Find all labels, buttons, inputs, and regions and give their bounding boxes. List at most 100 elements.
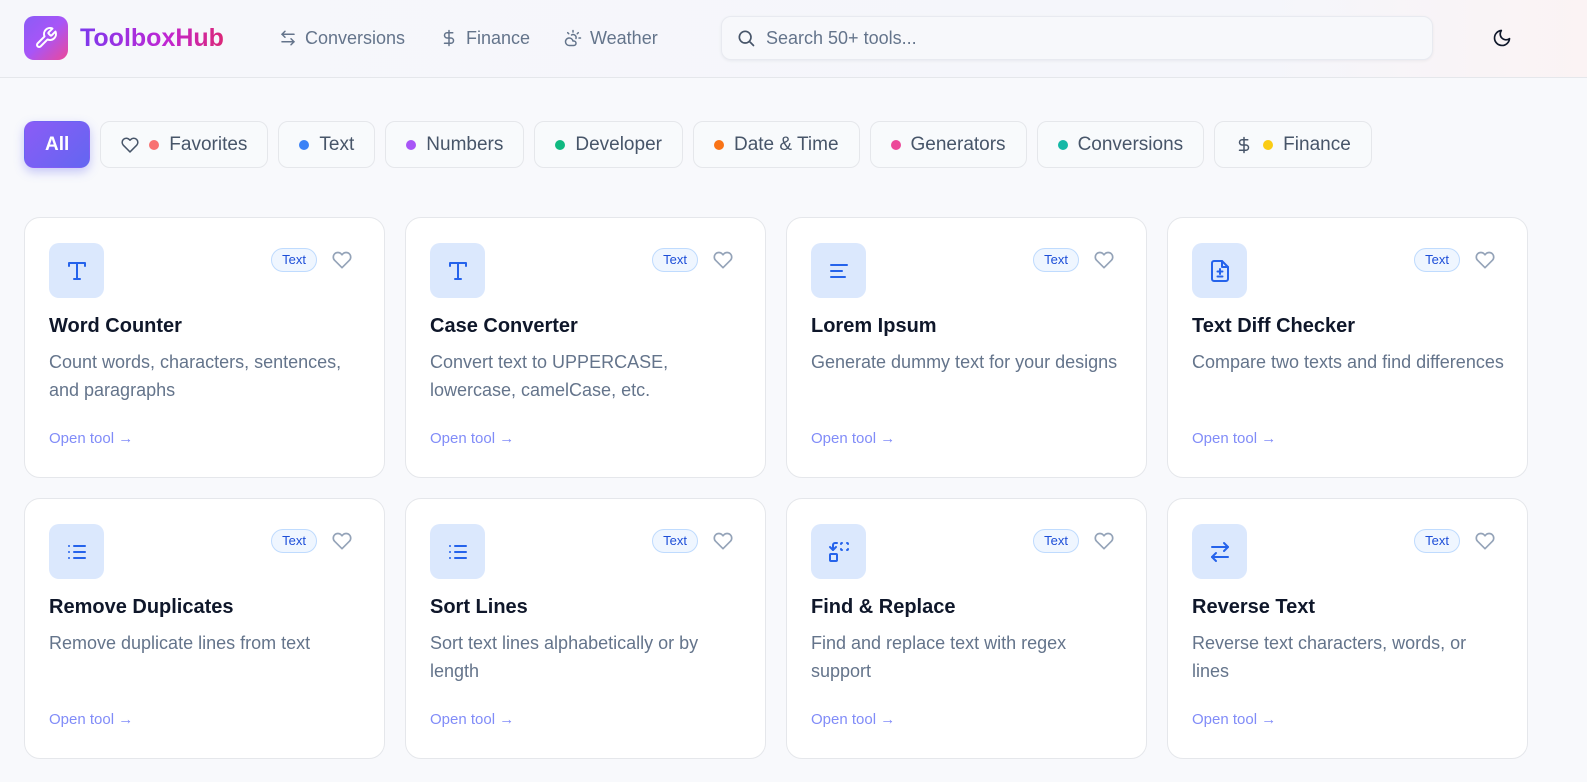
category-badge: Text — [652, 248, 698, 272]
list-icon — [448, 544, 467, 559]
heart-icon[interactable] — [332, 250, 352, 270]
tool-icon-box — [49, 524, 104, 579]
heart-icon[interactable] — [332, 531, 352, 551]
search-input[interactable] — [766, 27, 1406, 49]
tool-icon-box — [811, 524, 866, 579]
filter-all[interactable]: All — [24, 121, 91, 168]
search-box[interactable] — [721, 16, 1433, 60]
filter-dot — [890, 139, 901, 150]
tool-title: Lorem Ipsum — [811, 315, 937, 337]
tool-card-find-replace[interactable]: Text Find & Replace Find and replace tex… — [786, 498, 1147, 759]
cloud-sun-icon — [564, 29, 582, 47]
filter-conversions[interactable]: Conversions — [1036, 121, 1205, 168]
nav-conversions[interactable]: Conversions — [279, 26, 405, 50]
tool-description: Count words, characters, sentences, and … — [49, 352, 342, 400]
type-icon — [448, 261, 467, 280]
filter-date-time[interactable]: Date & Time — [692, 121, 860, 168]
filter-generators[interactable]: Generators — [869, 121, 1027, 168]
filter-dot — [1057, 139, 1068, 150]
category-badge: Text — [1414, 529, 1460, 553]
logo[interactable] — [24, 16, 68, 60]
nav-weather[interactable]: Weather — [564, 26, 658, 50]
heart-icon[interactable] — [1475, 250, 1495, 270]
filter-favorites[interactable]: Favorites — [100, 121, 269, 168]
category-badge: Text — [271, 248, 317, 272]
app-name[interactable]: ToolboxHub — [80, 22, 224, 54]
heart-icon[interactable] — [713, 250, 733, 270]
filter-finance[interactable]: Finance — [1214, 121, 1372, 168]
nav-finance-label: Finance — [466, 27, 531, 48]
filter-date-time-label: Date & Time — [733, 133, 839, 155]
filter-numbers-label: Numbers — [426, 133, 504, 155]
tool-title: Sort Lines — [430, 596, 528, 618]
filter-dot — [149, 139, 160, 150]
tool-card-lorem-ipsum[interactable]: Text Lorem Ipsum Generate dummy text for… — [786, 217, 1147, 478]
filter-dot — [406, 139, 417, 150]
filter-text-label: Text — [319, 133, 355, 155]
tool-icon-box — [1192, 524, 1247, 579]
tools-grid: Text Word Counter Count words, character… — [24, 217, 1528, 759]
filter-dot — [1263, 139, 1274, 150]
tool-description: Convert text to UPPERCASE, lowercase, ca… — [430, 352, 669, 400]
search-icon — [738, 30, 755, 47]
category-badge: Text — [1033, 248, 1079, 272]
tool-description: Find and replace text with regex support — [811, 633, 1067, 681]
tool-title: Case Converter — [430, 315, 578, 337]
tool-title: Word Counter — [49, 315, 182, 337]
category-badge: Text — [1414, 248, 1460, 272]
filter-finance-label: Finance — [1283, 133, 1351, 155]
filter-text[interactable]: Text — [278, 121, 376, 168]
category-badge: Text — [1033, 529, 1079, 553]
open-tool-link[interactable]: Open tool → — [49, 711, 133, 728]
align-left-icon — [829, 263, 848, 278]
tool-title: Remove Duplicates — [49, 596, 234, 618]
filter-developer[interactable]: Developer — [534, 121, 683, 168]
nav-weather-label: Weather — [590, 27, 658, 48]
filter-conversions-label: Conversions — [1077, 133, 1184, 155]
moon-icon — [1493, 29, 1511, 47]
tool-description: Generate dummy text for your designs — [811, 352, 1118, 372]
open-tool-link[interactable]: Open tool → — [811, 711, 895, 728]
list-icon — [67, 544, 86, 559]
dollar-icon — [1238, 136, 1250, 153]
filter-dot — [713, 139, 724, 150]
category-badge: Text — [652, 529, 698, 553]
tool-icon-box — [1192, 243, 1247, 298]
open-tool-link[interactable]: Open tool → — [1192, 711, 1276, 728]
tool-card-remove-duplicates[interactable]: Text Remove Duplicates Remove duplicate … — [24, 498, 385, 759]
tool-card-case-converter[interactable]: Text Case Converter Convert text to UPPE… — [405, 217, 766, 478]
heart-icon[interactable] — [713, 531, 733, 551]
heart-icon — [121, 137, 139, 153]
filter-all-label: All — [45, 133, 70, 155]
tool-description: Reverse text characters, words, or lines — [1192, 633, 1467, 681]
nav-finance[interactable]: Finance — [440, 26, 530, 50]
open-tool-link[interactable]: Open tool → — [430, 711, 514, 728]
wrench-icon — [36, 27, 57, 48]
swap-arrows-icon — [281, 30, 295, 46]
tool-title: Reverse Text — [1192, 596, 1316, 618]
theme-toggle-button[interactable] — [1490, 26, 1514, 50]
tool-card-text-diff-checker[interactable]: Text Text Diff Checker Compare two texts… — [1167, 217, 1528, 478]
replace-icon — [828, 541, 849, 562]
heart-icon[interactable] — [1094, 531, 1114, 551]
filter-dot — [555, 139, 566, 150]
tool-description: Remove duplicate lines from text — [49, 633, 311, 653]
tool-icon-box — [430, 524, 485, 579]
open-tool-link[interactable]: Open tool → — [1192, 430, 1276, 447]
filter-favorites-label: Favorites — [169, 133, 248, 155]
open-tool-link[interactable]: Open tool → — [430, 430, 514, 447]
tool-icon-box — [49, 243, 104, 298]
filter-generators-label: Generators — [910, 133, 1006, 155]
tool-card-word-counter[interactable]: Text Word Counter Count words, character… — [24, 217, 385, 478]
tool-icon-box — [811, 243, 866, 298]
nav-conversions-label: Conversions — [305, 27, 406, 48]
open-tool-link[interactable]: Open tool → — [811, 430, 895, 447]
filter-numbers[interactable]: Numbers — [385, 121, 525, 168]
filter-developer-label: Developer — [575, 133, 662, 155]
top-header: ToolboxHub Conversions Finance Weather — [0, 0, 1587, 78]
heart-icon[interactable] — [1094, 250, 1114, 270]
heart-icon[interactable] — [1475, 531, 1495, 551]
tool-card-sort-lines[interactable]: Text Sort Lines Sort text lines alphabet… — [405, 498, 766, 759]
open-tool-link[interactable]: Open tool → — [49, 430, 133, 447]
tool-card-reverse-text[interactable]: Text Reverse Text Reverse text character… — [1167, 498, 1528, 759]
